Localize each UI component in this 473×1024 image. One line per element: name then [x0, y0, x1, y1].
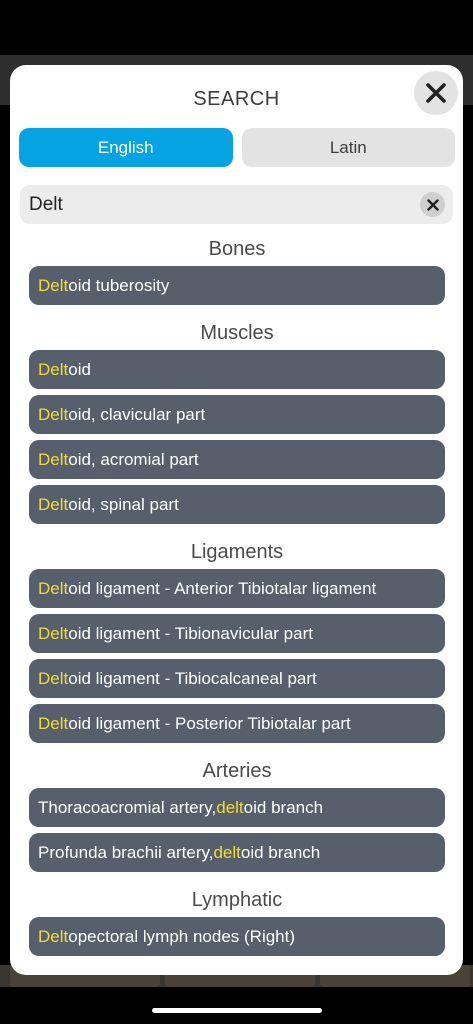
result-section: Bones Delt oid tuberosity	[29, 233, 445, 305]
result-item-match: Delt	[38, 449, 69, 469]
result-item[interactable]: Delt oid ligament - Posterior Tibiotalar …	[29, 704, 445, 743]
result-item-text: oid, clavicular part	[68, 404, 206, 424]
result-section: Arteries Thoracoacromial artery, delt oid …	[29, 755, 445, 872]
result-item[interactable]: Delt oid, acromial part	[29, 440, 445, 479]
result-item-text: oid, acromial part	[68, 449, 199, 469]
result-item-text: oid ligament - Tibionavicular part	[68, 623, 313, 643]
result-item-match: Delt	[38, 494, 69, 514]
tab-latin[interactable]: Latin	[241, 128, 455, 167]
result-item-text: oid	[68, 359, 91, 379]
result-item[interactable]: Delt oid, clavicular part	[29, 395, 445, 434]
result-item[interactable]: Delt oid ligament - Tibiocalcaneal part	[29, 659, 445, 698]
section-heading: Arteries	[202, 760, 272, 782]
result-item-match: Delt	[38, 404, 69, 424]
home-indicator	[152, 1008, 322, 1013]
result-item-match: delt	[213, 842, 241, 862]
clear-search-button[interactable]	[420, 192, 445, 217]
result-item-match: Delt	[38, 926, 69, 946]
clear-icon	[426, 198, 439, 211]
tab-english[interactable]: English	[19, 128, 233, 167]
section-heading: Muscles	[200, 322, 274, 344]
result-section: Lymphatic Delt opectoral lymph nodes (Righ…	[29, 884, 445, 956]
result-item[interactable]: Delt oid	[29, 350, 445, 389]
search-input-value: Delt	[29, 193, 63, 215]
result-item-match: Delt	[38, 275, 69, 295]
result-item-text: oid ligament - Posterior Tibiotalar part	[68, 713, 351, 733]
result-item-text: Thoracoacromial artery,	[38, 797, 217, 817]
result-item[interactable]: Delt oid ligament - Anterior Tibiotalar l…	[29, 569, 445, 608]
result-item[interactable]: Delt oid, spinal part	[29, 485, 445, 524]
result-section: Ligaments Delt oid ligament - Anterior Tib…	[29, 536, 445, 743]
result-item-text: oid, spinal part	[68, 494, 179, 514]
result-item-text: opectoral lymph nodes (Right)	[68, 926, 296, 946]
search-modal: SEARCH English Latin Delt Bones Delt oid t…	[10, 65, 463, 975]
result-item-match: Delt	[38, 359, 69, 379]
result-item[interactable]: Delt oid ligament - Tibionavicular part	[29, 614, 445, 653]
result-item[interactable]: Delt oid tuberosity	[29, 266, 445, 305]
result-item[interactable]: Delt opectoral lymph nodes (Right)	[29, 917, 445, 956]
result-item-match: delt	[216, 797, 244, 817]
result-item-match: Delt	[38, 623, 69, 643]
search-results: Bones Delt oid tuberosity Muscles Delt oid Del…	[29, 233, 445, 968]
close-button[interactable]	[414, 71, 458, 115]
result-item-text: oid branch	[240, 842, 321, 862]
section-heading: Ligaments	[190, 541, 284, 563]
result-item-text: oid tuberosity	[68, 275, 170, 295]
result-item-match: Delt	[38, 578, 69, 598]
section-heading: Lymphatic	[191, 889, 283, 911]
language-toggle: English Latin	[19, 128, 455, 167]
result-item-match: Delt	[38, 668, 69, 688]
result-item-text: Profunda brachii artery,	[38, 842, 214, 862]
result-item[interactable]: Profunda brachii artery, delt oid branch	[29, 833, 445, 872]
search-input[interactable]: Delt	[20, 185, 453, 224]
result-item[interactable]: Thoracoacromial artery, delt oid branch	[29, 788, 445, 827]
result-section: Muscles Delt oid Delt oid, clavicular part De…	[29, 317, 445, 524]
close-icon	[426, 83, 446, 103]
modal-title: SEARCH	[193, 88, 280, 110]
section-heading: Bones	[208, 238, 266, 260]
result-item-text: oid branch	[243, 797, 324, 817]
result-item-text: oid ligament - Anterior Tibiotalar ligam…	[68, 578, 377, 598]
result-item-text: oid ligament - Tibiocalcaneal part	[68, 668, 317, 688]
result-item-match: Delt	[38, 713, 69, 733]
